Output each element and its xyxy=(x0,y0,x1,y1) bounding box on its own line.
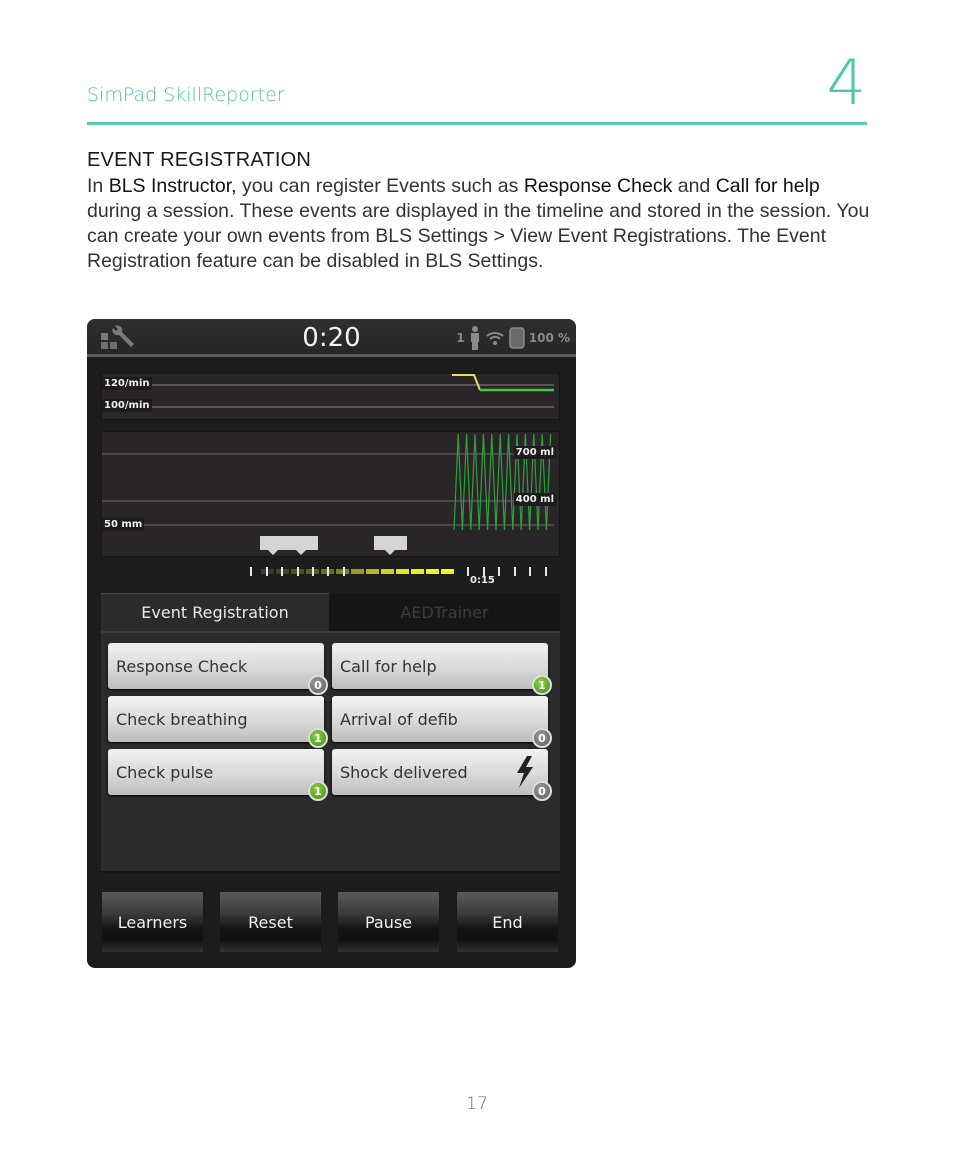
end-button[interactable]: End xyxy=(457,892,558,952)
para-text-2: you can register Events such as xyxy=(236,175,524,197)
learners-button[interactable]: Learners xyxy=(102,892,203,952)
event-button-check-breathing[interactable]: Check breathing 1 xyxy=(108,696,328,748)
device-screenshot: 0:20 1 100 % 120/min 100/min 700 ml 400 … xyxy=(87,319,576,968)
timeline-tick xyxy=(529,567,531,576)
timeline-tick xyxy=(343,567,345,576)
event-label: Call for help xyxy=(340,656,437,676)
rate-label-100: 100/min xyxy=(102,399,152,412)
event-label: Check pulse xyxy=(116,762,214,782)
timeline-tick xyxy=(297,567,299,576)
timeline-compression-segment xyxy=(336,569,349,574)
event-label: Arrival of defib xyxy=(340,709,458,729)
tab-event-registration[interactable]: Event Registration xyxy=(101,593,329,631)
event-count-badge: 1 xyxy=(532,675,552,695)
para-text-1: In xyxy=(87,175,109,197)
cpr-label-700ml: 700 ml xyxy=(513,446,556,459)
page-number: 17 xyxy=(466,1094,488,1114)
timeline-tick xyxy=(312,567,314,576)
para-text-4: during a session. These events are displ… xyxy=(87,200,870,272)
para-emphasis-call-for-help: Call for help xyxy=(715,175,820,197)
cpr-label-50mm: 50 mm xyxy=(102,518,145,531)
timeline-compression-segment xyxy=(351,569,364,574)
event-button-arrival-of-defib[interactable]: Arrival of defib 0 xyxy=(332,696,552,748)
running-head: SimPad SkillReporter xyxy=(87,84,285,106)
event-count-badge: 0 xyxy=(308,675,328,695)
learner-count: 1 xyxy=(456,331,465,345)
body-paragraph: In BLS Instructor, you can register Even… xyxy=(87,174,877,274)
timeline-compression-segment xyxy=(426,569,439,574)
lightning-bolt-icon xyxy=(517,756,533,788)
timeline-tick xyxy=(545,567,547,576)
event-button-check-pulse[interactable]: Check pulse 1 xyxy=(108,749,328,801)
timeline-time-label: 0:15 xyxy=(470,575,495,586)
timeline-tick xyxy=(327,567,329,576)
compression-rate-chart: 120/min 100/min xyxy=(101,373,560,420)
event-count-badge: 0 xyxy=(532,728,552,748)
event-count-badge: 0 xyxy=(532,781,552,801)
para-emphasis-response-check: Response Check xyxy=(523,175,673,197)
timeline-compression-segment xyxy=(441,569,454,574)
event-markers xyxy=(260,536,407,555)
timeline-tick xyxy=(266,567,268,576)
battery-icon xyxy=(509,327,525,349)
battery-level: 100 % xyxy=(528,331,570,345)
session-controls: Learners Reset Pause End xyxy=(87,889,576,953)
cpr-label-400ml: 400 ml xyxy=(513,493,556,506)
header-rule xyxy=(87,122,867,125)
timeline-compression-segment xyxy=(366,569,379,574)
event-label: Shock delivered xyxy=(340,762,468,782)
reset-button[interactable]: Reset xyxy=(220,892,321,952)
timeline-compression-segment xyxy=(381,569,394,574)
chapter-number: 4 xyxy=(826,46,866,119)
event-count-badge: 1 xyxy=(308,728,328,748)
event-label: Response Check xyxy=(116,656,248,676)
event-marker xyxy=(285,536,318,555)
timeline-compression-segment xyxy=(411,569,424,574)
session-timeline[interactable]: 0:15 xyxy=(101,559,560,593)
rate-label-120: 120/min xyxy=(102,377,152,390)
event-button-response-check[interactable]: Response Check 0 xyxy=(108,643,328,695)
timeline-tick xyxy=(467,567,469,576)
tab-bar: Event Registration AEDTrainer xyxy=(101,593,560,633)
device-topbar: 0:20 1 100 % xyxy=(87,319,576,357)
rate-line-yellow xyxy=(452,374,481,391)
pause-button[interactable]: Pause xyxy=(338,892,439,952)
event-button-shock-delivered[interactable]: Shock delivered 0 xyxy=(332,749,552,801)
section-title: EVENT REGISTRATION xyxy=(87,149,312,171)
status-area: 1 100 % xyxy=(456,325,570,351)
rate-chart-canvas xyxy=(152,374,554,408)
timeline-tick xyxy=(498,567,500,576)
timeline-tick xyxy=(514,567,516,576)
event-label: Check breathing xyxy=(116,709,248,729)
event-marker xyxy=(374,536,407,555)
event-marker xyxy=(260,536,286,555)
manikin-icon xyxy=(470,326,479,350)
tab-aedtrainer[interactable]: AEDTrainer xyxy=(329,593,560,631)
wifi-icon xyxy=(486,332,504,345)
event-count-badge: 1 xyxy=(308,781,328,801)
timeline-compression-segment xyxy=(396,569,409,574)
event-button-call-for-help[interactable]: Call for help 1 xyxy=(332,643,552,695)
para-text-3: and xyxy=(672,175,716,197)
event-registration-panel: Response Check 0 Call for help 1 Check b… xyxy=(101,633,560,873)
cpr-chart-canvas xyxy=(102,433,554,555)
para-emphasis-bls-instructor: BLS Instructor, xyxy=(108,175,237,197)
timeline-tick xyxy=(250,567,252,576)
timeline-tick xyxy=(281,567,283,576)
cpr-waveform-chart: 700 ml 400 ml 50 mm xyxy=(101,431,560,557)
